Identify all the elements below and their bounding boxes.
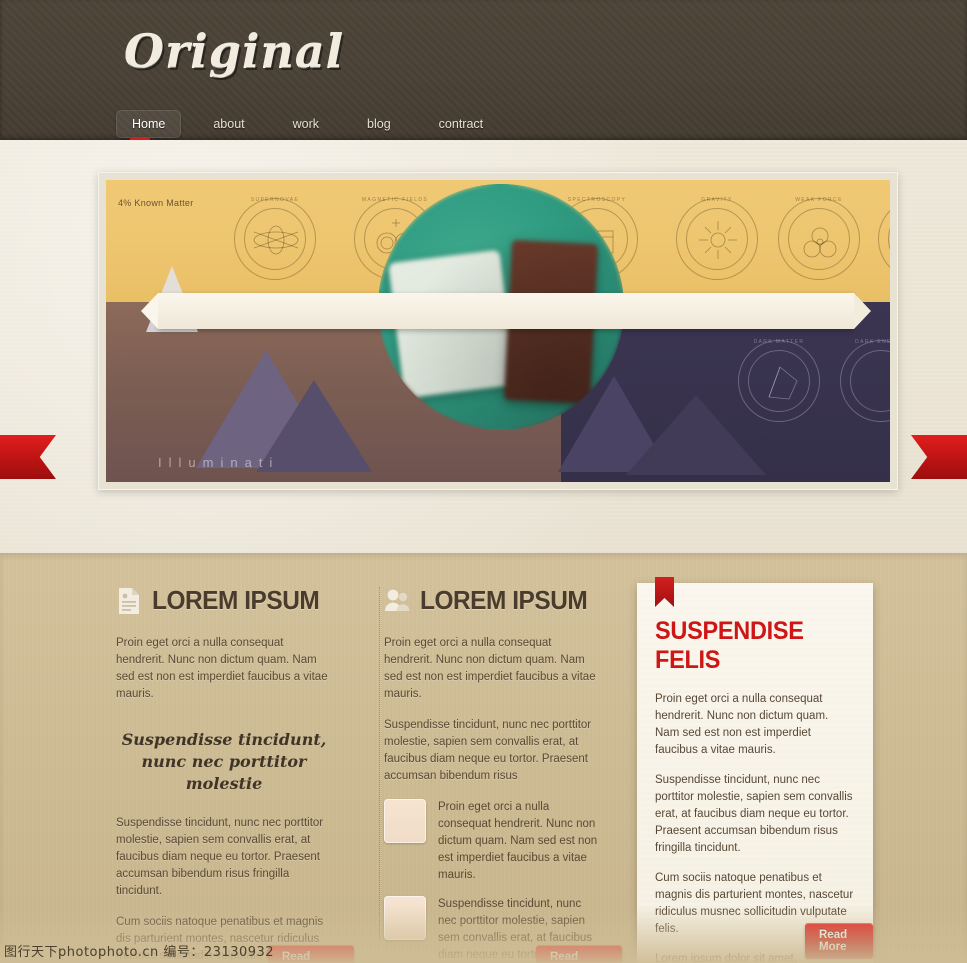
feature-card-p2: Suspendisse tincidunt, nunc nec porttito… xyxy=(655,774,853,854)
column-one-body-1: Suspendisse tincidunt, nunc nec porttito… xyxy=(116,817,324,897)
column-one-header: LOREM IPSUM xyxy=(116,585,332,616)
dark-matter-glyph xyxy=(768,366,798,400)
list-item-thumbnail[interactable] xyxy=(384,799,426,843)
hero-section: 4% Known Matter SUPERNOVAE MAGNETIC FIEL… xyxy=(0,140,967,656)
nav-item-home[interactable]: Home xyxy=(116,110,182,138)
subheading-line-2: nunc nec porttitor molestie xyxy=(141,752,307,793)
document-icon xyxy=(119,587,139,614)
list-item[interactable]: Proin eget orci a nulla consequat hendre… xyxy=(384,799,600,884)
column-two-intro: Proin eget orci a nulla consequat hendre… xyxy=(384,637,596,700)
column-one-title: LOREM IPSUM xyxy=(152,585,320,615)
weak-force-icon: WEAK FORCE xyxy=(778,197,860,280)
users-icon xyxy=(385,589,410,611)
list-item-thumbnail[interactable] xyxy=(384,896,426,940)
nav-item-contract[interactable]: contract xyxy=(423,110,499,138)
nav-item-work[interactable]: work xyxy=(277,110,335,138)
slide-caption-illuminati: Illuminati xyxy=(158,455,280,470)
dark-matter-icon: DARK MATTER xyxy=(738,339,820,422)
column-two-title: LOREM IPSUM xyxy=(420,585,588,615)
slider-next-arrow-icon[interactable] xyxy=(911,435,967,479)
content-section: LOREM IPSUM Proin eget orci a nulla cons… xyxy=(0,553,967,963)
column-two-header: LOREM IPSUM xyxy=(384,585,600,616)
feature-card-title: SUSPENDISE FELIS xyxy=(655,617,804,674)
content-column-one: LOREM IPSUM Proin eget orci a nulla cons… xyxy=(116,585,354,963)
content-column-two: LOREM IPSUM Proin eget orci a nulla cons… xyxy=(384,585,622,963)
feature-card-p1: Proin eget orci a nulla consequat hendre… xyxy=(655,693,829,756)
stock-watermark: 图行天下photophoto.cn 编号：23130932 xyxy=(4,944,275,960)
nav-item-blog[interactable]: blog xyxy=(351,110,407,138)
supernovae-icon: SUPERNOVAE xyxy=(234,197,316,280)
gravity-glyph xyxy=(699,221,737,259)
nav-item-about[interactable]: about xyxy=(197,110,260,138)
main-navigation: Home about work blog contract xyxy=(116,110,515,138)
site-logo[interactable]: Original xyxy=(124,24,344,78)
subheading-line-1: Suspendisse tincidunt, xyxy=(121,730,327,749)
gravity-icon: GRAVITY xyxy=(676,197,758,280)
dark-energy-icon-label: DARK ENERGY xyxy=(855,339,890,345)
weak-force-glyph xyxy=(803,227,837,258)
known-matter-label: 4% Known Matter xyxy=(118,198,194,208)
column-two-body-1: Suspendisse tincidunt, nunc nec porttito… xyxy=(384,719,592,782)
slider-caption-bar xyxy=(141,293,871,329)
feature-card: SUSPENDISE FELIS Proin eget orci a nulla… xyxy=(637,577,873,963)
card-ribbon-icon xyxy=(655,577,674,607)
column-one-intro: Proin eget orci a nulla consequat hendre… xyxy=(116,637,328,700)
list-item-text: Proin eget orci a nulla consequat hendre… xyxy=(438,801,598,881)
slider-stage: 4% Known Matter SUPERNOVAE MAGNETIC FIEL… xyxy=(106,180,890,482)
webpage-mockup: Original Home about work blog contract 4… xyxy=(0,0,967,963)
slider-prev-arrow-icon[interactable] xyxy=(0,435,56,479)
supernovae-glyph xyxy=(253,225,299,255)
slider-frame: 4% Known Matter SUPERNOVAE MAGNETIC FIEL… xyxy=(98,172,898,490)
column-one-subheading: Suspendisse tincidunt, nunc nec porttito… xyxy=(116,729,332,795)
site-header: Original Home about work blog contract xyxy=(0,0,967,140)
